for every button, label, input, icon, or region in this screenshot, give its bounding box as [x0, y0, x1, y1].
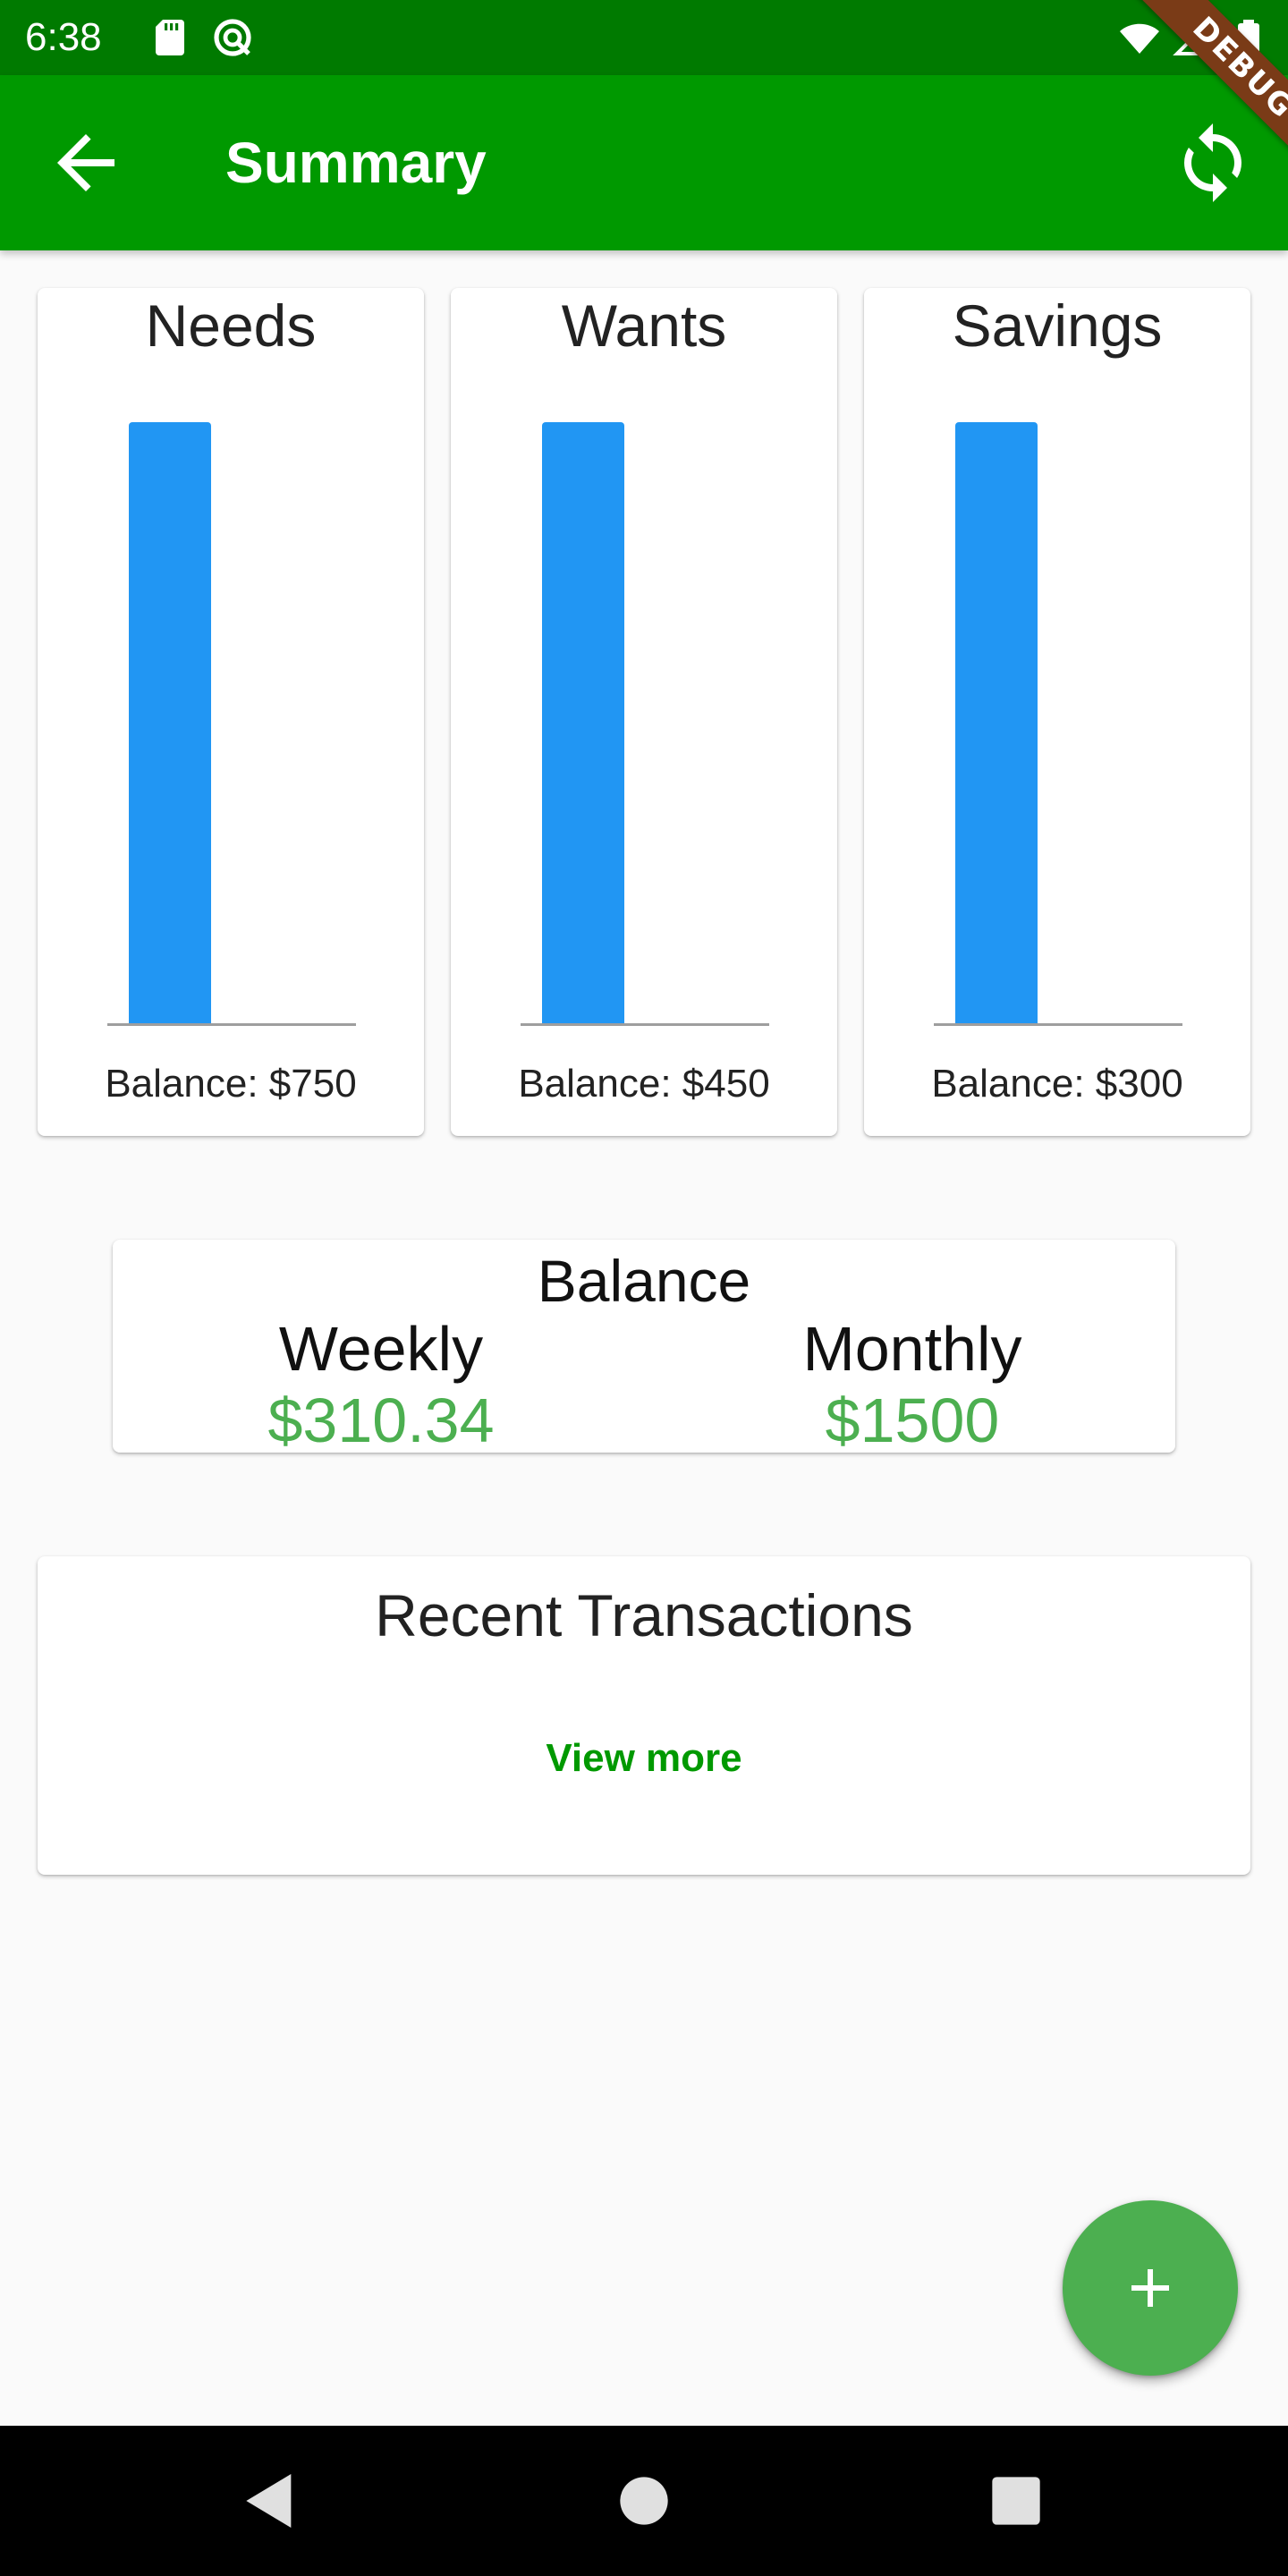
nav-recents-icon[interactable] [980, 2465, 1052, 2537]
savings-chart [864, 288, 1250, 1136]
chart-bar [955, 422, 1038, 1023]
savings-card: Savings Balance: $300 [864, 288, 1250, 1136]
weekly-amount: $310.34 [267, 1385, 495, 1455]
view-more-button[interactable]: View more [483, 1723, 805, 1794]
monthly-balance: Monthly $1500 [644, 1313, 1181, 1456]
needs-chart [38, 288, 424, 1136]
sd-card-icon [156, 20, 184, 55]
system-nav-bar [0, 2426, 1288, 2576]
debug-banner: DEBUG [1091, 0, 1288, 197]
monthly-amount: $1500 [825, 1385, 1000, 1455]
card-balance: Balance: $300 [931, 1062, 1183, 1106]
add-icon [1131, 2269, 1169, 2307]
page-title: Summary [225, 131, 487, 195]
monthly-label: Monthly [802, 1314, 1022, 1384]
balance-card: Balance Weekly $310.34 Monthly $1500 [113, 1240, 1175, 1456]
recent-transactions-card: Recent Transactions [38, 1556, 1250, 1875]
card-balance: Balance: $750 [105, 1062, 357, 1106]
chart-baseline [934, 1023, 1182, 1026]
balance-title: Balance [537, 1248, 751, 1314]
add-button[interactable] [1063, 2200, 1238, 2376]
vpn-icon [214, 19, 251, 56]
status-time: 6:38 [25, 15, 102, 59]
chart-baseline [521, 1023, 769, 1026]
wants-chart [451, 288, 837, 1136]
card-balance: Balance: $450 [518, 1062, 770, 1106]
chart-baseline [107, 1023, 356, 1026]
chart-bar [542, 422, 624, 1023]
nav-back-icon[interactable] [234, 2465, 306, 2537]
arrow-back-icon[interactable] [43, 120, 129, 206]
debug-banner-label: DEBUG [1113, 0, 1288, 197]
weekly-label: Weekly [278, 1314, 484, 1384]
chart-bar [129, 422, 211, 1023]
wants-card: Wants Balance: $450 [451, 288, 837, 1136]
weekly-balance: Weekly $310.34 [113, 1313, 649, 1456]
recent-transactions-title: Recent Transactions [375, 1582, 913, 1648]
needs-card: Needs Balance: $750 [38, 288, 424, 1136]
nav-home-icon[interactable] [608, 2465, 680, 2537]
